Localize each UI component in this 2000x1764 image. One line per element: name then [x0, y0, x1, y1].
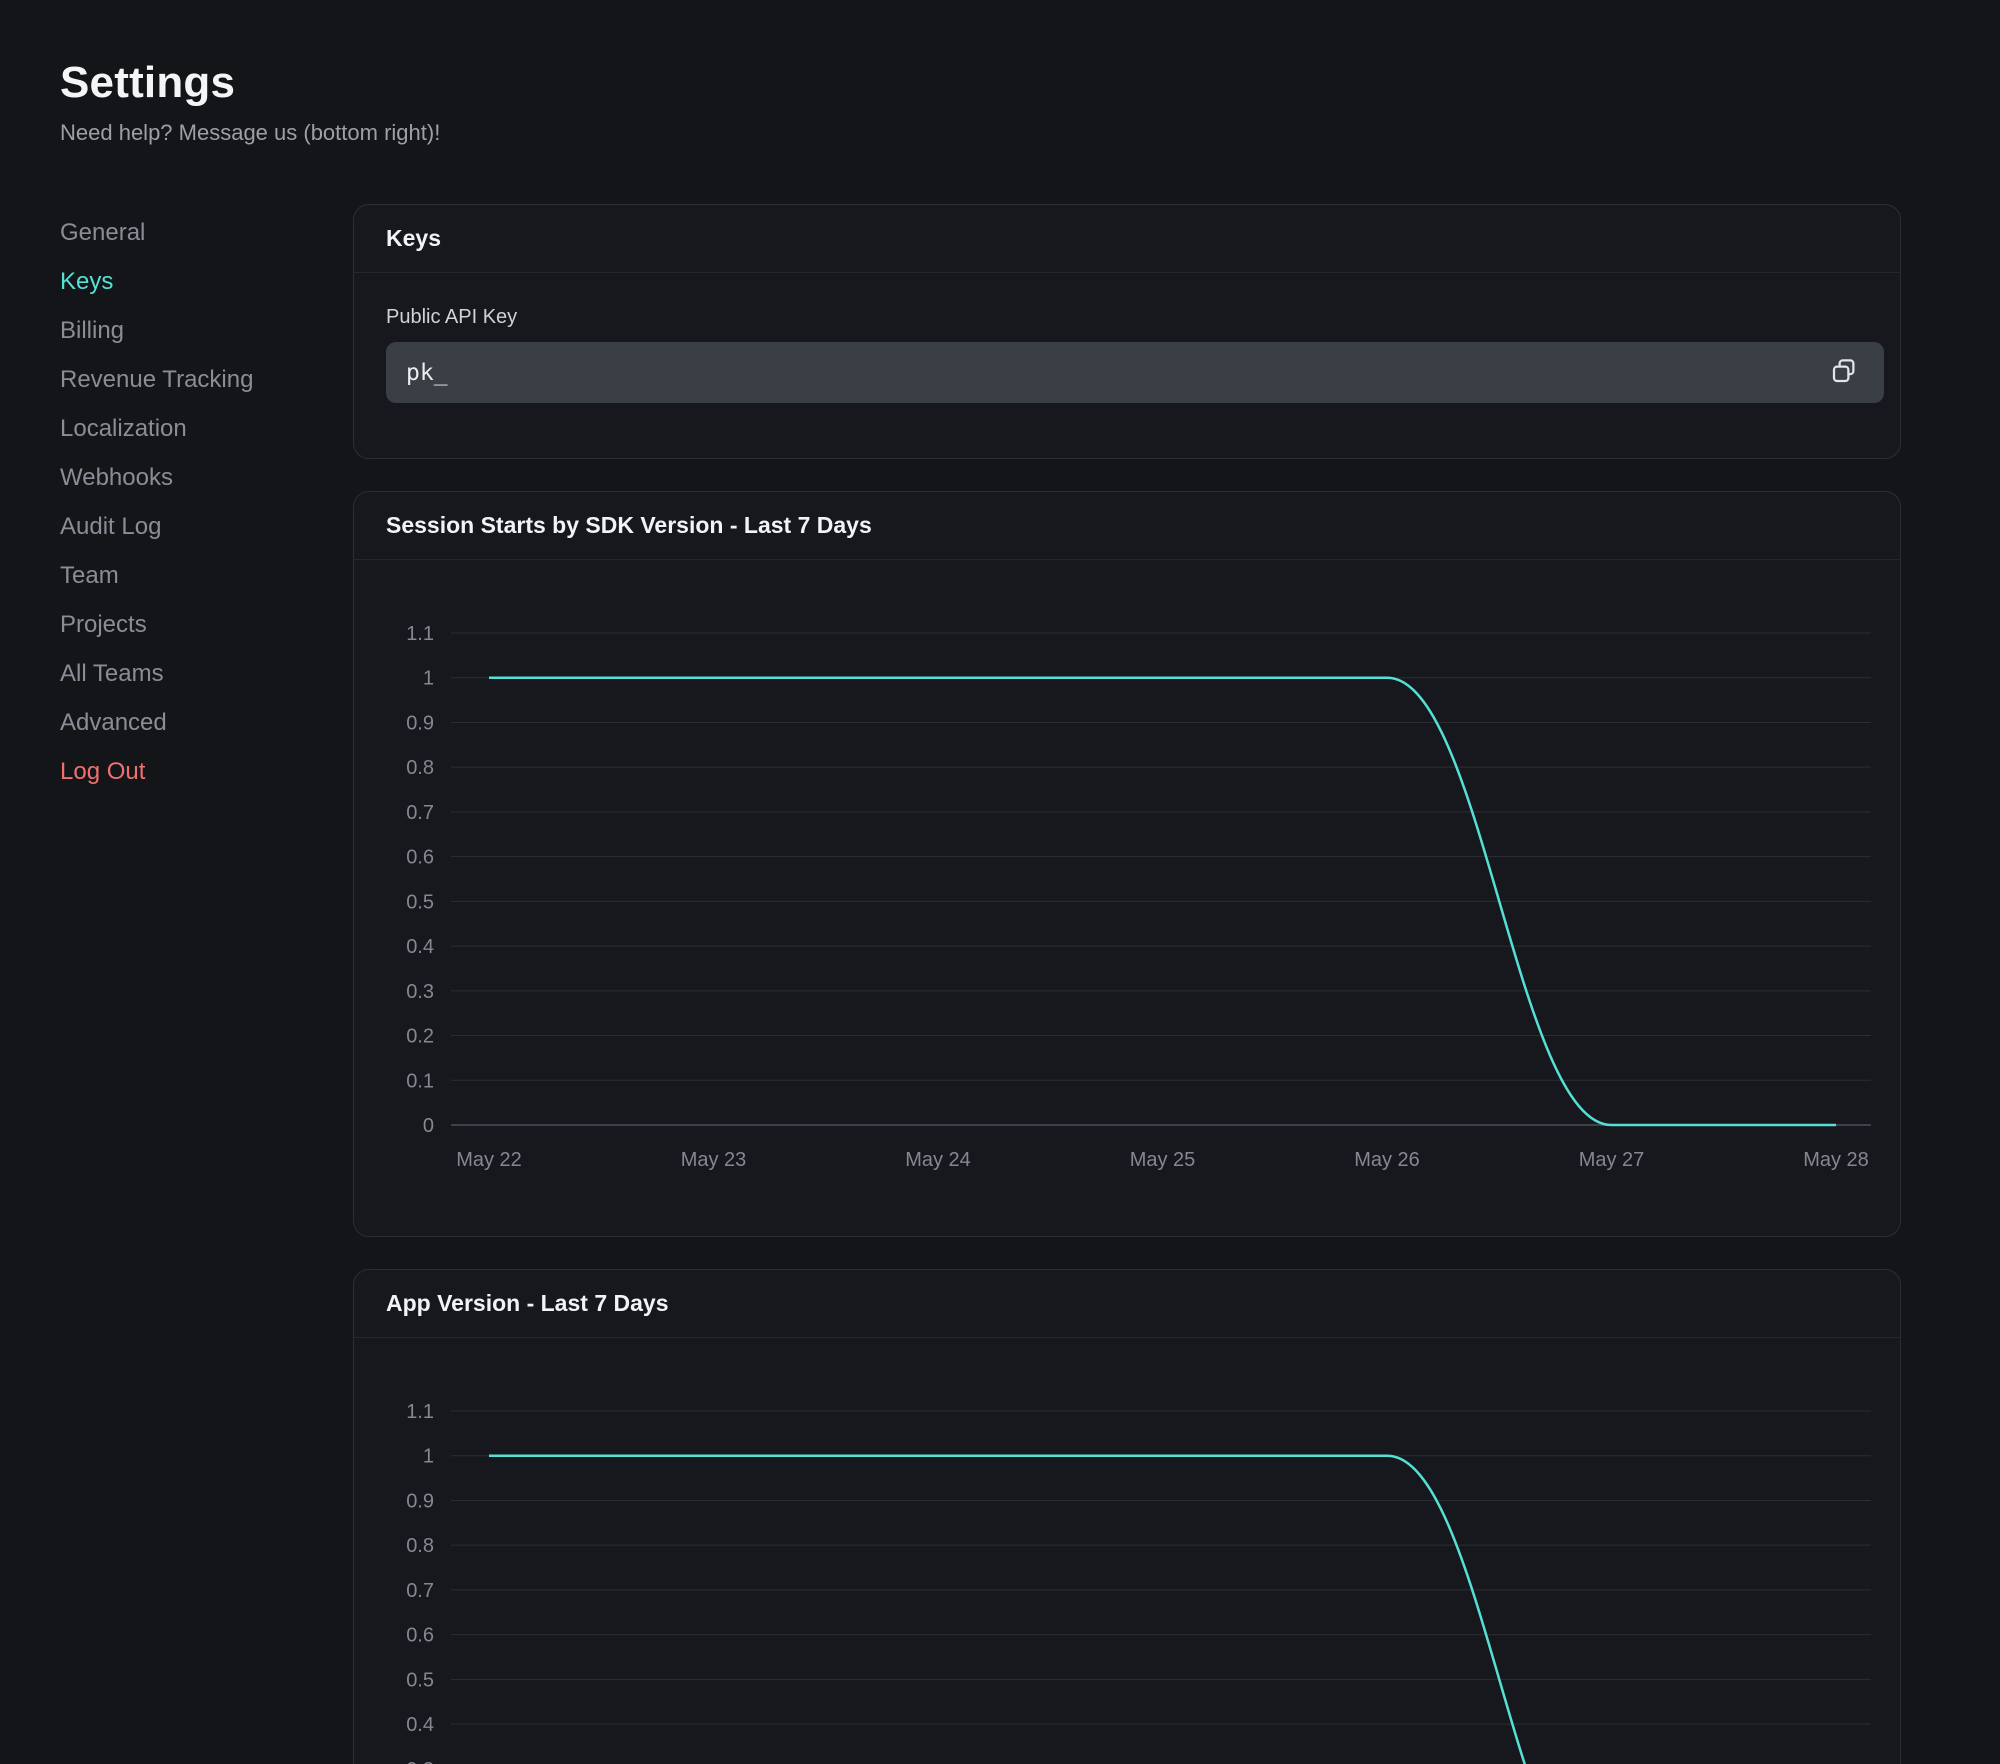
svg-text:May 25: May 25 — [1130, 1149, 1196, 1171]
svg-text:1: 1 — [423, 668, 434, 690]
public-api-key-field — [386, 342, 1884, 403]
svg-text:0.3: 0.3 — [406, 1759, 434, 1764]
svg-text:May 28: May 28 — [1803, 1149, 1869, 1171]
keys-card-body: Public API Key — [354, 273, 1900, 458]
page-subtitle: Need help? Message us (bottom right)! — [60, 120, 1901, 146]
session-starts-chart-card: Session Starts by SDK Version - Last 7 D… — [353, 491, 1901, 1237]
svg-text:0.6: 0.6 — [406, 1625, 434, 1647]
sidebar-item-audit-log[interactable]: Audit Log — [60, 502, 161, 551]
svg-text:May 26: May 26 — [1354, 1149, 1420, 1171]
keys-card-header: Keys — [354, 205, 1900, 273]
svg-text:0.6: 0.6 — [406, 847, 434, 869]
session-starts-chart-body: 0 0.1 0.2 0.3 0.4 0.5 0.6 0.7 0.8 0.9 1 1.1 May 22 Ma… — [354, 560, 1900, 1236]
svg-text:0.9: 0.9 — [406, 1490, 434, 1512]
sidebar-item-localization[interactable]: Localization — [60, 404, 187, 453]
svg-text:May 23: May 23 — [681, 1149, 747, 1171]
sidebar-item-keys[interactable]: Keys — [60, 257, 113, 306]
page-title: Settings — [60, 58, 1901, 108]
sidebar-item-advanced[interactable]: Advanced — [60, 698, 167, 747]
svg-text:May 27: May 27 — [1579, 1149, 1645, 1171]
session-starts-chart-title: Session Starts by SDK Version - Last 7 D… — [386, 512, 872, 539]
svg-text:0.5: 0.5 — [406, 891, 434, 913]
public-api-key-input[interactable] — [386, 342, 1884, 403]
app-version-chart-body: 00.10.20.30.40.50.60.70.80.911.1May 22Ma… — [354, 1338, 1900, 1764]
copy-api-key-button[interactable] — [1824, 353, 1864, 393]
svg-text:0.5: 0.5 — [406, 1669, 434, 1691]
public-api-key-label: Public API Key — [386, 306, 1884, 329]
keys-card: Keys Public API Key — [353, 204, 1901, 459]
svg-text:May 22: May 22 — [456, 1149, 522, 1171]
svg-text:0: 0 — [423, 1115, 434, 1137]
sidebar-item-general[interactable]: General — [60, 208, 145, 257]
session-starts-chart-header: Session Starts by SDK Version - Last 7 D… — [354, 492, 1900, 560]
svg-text:0.9: 0.9 — [406, 712, 434, 734]
svg-text:0.8: 0.8 — [406, 757, 434, 779]
svg-text:0.3: 0.3 — [406, 981, 434, 1003]
app-version-chart-card: App Version - Last 7 Days 00.10.20.30.40… — [353, 1269, 1901, 1764]
settings-content: Keys Public API Key — [353, 204, 1901, 1764]
sidebar-item-all-teams[interactable]: All Teams — [60, 649, 164, 698]
sidebar-item-revenue-tracking[interactable]: Revenue Tracking — [60, 355, 253, 404]
svg-text:1.1: 1.1 — [406, 623, 434, 645]
sidebar-item-team[interactable]: Team — [60, 551, 119, 600]
svg-text:1: 1 — [423, 1446, 434, 1468]
sidebar-item-log-out[interactable]: Log Out — [60, 747, 145, 796]
svg-text:0.7: 0.7 — [406, 802, 434, 824]
sidebar-item-projects[interactable]: Projects — [60, 600, 147, 649]
app-version-chart-header: App Version - Last 7 Days — [354, 1270, 1900, 1338]
svg-text:0.1: 0.1 — [406, 1070, 434, 1092]
svg-text:1.1: 1.1 — [406, 1401, 434, 1423]
svg-text:0.2: 0.2 — [406, 1026, 434, 1048]
app-version-chart: 00.10.20.30.40.50.60.70.80.911.1May 22Ma… — [354, 1338, 1900, 1764]
svg-text:0.7: 0.7 — [406, 1580, 434, 1602]
session-starts-chart: 0 0.1 0.2 0.3 0.4 0.5 0.6 0.7 0.8 0.9 1 1.1 May 22 Ma… — [354, 560, 1900, 1236]
svg-text:0.4: 0.4 — [406, 936, 434, 958]
settings-page: Settings Need help? Message us (bottom r… — [0, 0, 2000, 1764]
svg-text:0.4: 0.4 — [406, 1714, 434, 1736]
keys-card-title: Keys — [386, 225, 441, 252]
svg-text:0.8: 0.8 — [406, 1535, 434, 1557]
app-version-chart-title: App Version - Last 7 Days — [386, 1290, 668, 1317]
copy-icon — [1829, 356, 1859, 389]
settings-sidebar: General Keys Billing Revenue Tracking Lo… — [60, 204, 353, 796]
sidebar-item-webhooks[interactable]: Webhooks — [60, 453, 173, 502]
sidebar-item-billing[interactable]: Billing — [60, 306, 124, 355]
svg-text:May 24: May 24 — [905, 1149, 971, 1171]
